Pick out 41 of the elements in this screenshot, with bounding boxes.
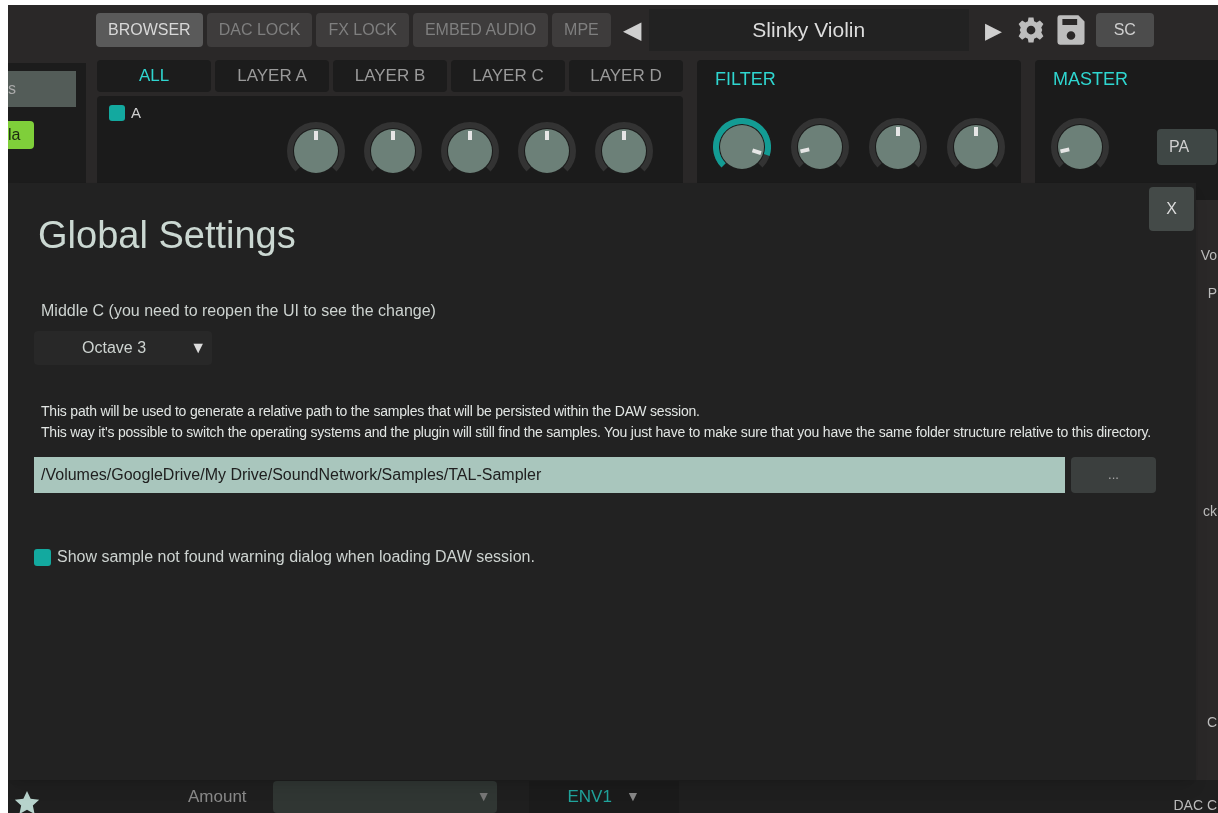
- layer-tab[interactable]: LAYER A: [215, 60, 329, 92]
- layer-name: A: [131, 103, 141, 123]
- edge-text: DAC C: [1173, 796, 1217, 813]
- layer-tab[interactable]: ALL: [97, 60, 211, 92]
- layer-checkbox[interactable]: [109, 105, 125, 122]
- edge-text: P: [1207, 284, 1217, 303]
- caret-icon: ▼: [190, 336, 206, 360]
- layer-tab[interactable]: LAYER C: [451, 60, 565, 92]
- dialog-title: Global Settings: [38, 213, 296, 258]
- checkbox-label: Show sample not found warning dialog when loading DAW session.: [57, 547, 535, 567]
- previous-preset-button[interactable]: ◀: [622, 12, 641, 48]
- path-field[interactable]: /Volumes/GoogleDrive/My Drive/SoundNetwork/Samples/TAL-Sampler: [34, 457, 1065, 493]
- edge-text: Vo: [1200, 246, 1217, 265]
- toolbar-button[interactable]: BROWSER: [96, 13, 203, 47]
- caret-icon: ▼: [625, 786, 640, 807]
- dropdown-value: Octave 3: [82, 338, 147, 358]
- amount-label: Amount: [188, 785, 247, 808]
- browse-button[interactable]: ...: [1071, 457, 1156, 493]
- edge-text: ck: [1203, 502, 1217, 521]
- info-text: This way it's possible to switch the operating systems and the plugin will still find the samples. You just have to make sure that you have the same folder structure relative to this directory.: [41, 423, 1153, 442]
- envelope-label: ENV1: [567, 785, 612, 808]
- category-tag[interactable]: la: [8, 121, 34, 149]
- layer-tab[interactable]: LAYER B: [333, 60, 447, 92]
- envelope-dropdown[interactable]: ENV1 ▼: [528, 780, 679, 813]
- octave-dropdown[interactable]: Octave 3 ▼: [34, 331, 212, 365]
- star-icon[interactable]: [14, 790, 40, 813]
- setting-label: Middle C (you need to reopen the UI to see the change): [41, 301, 437, 321]
- checkbox[interactable]: [34, 548, 51, 566]
- header-text: s: [8, 79, 16, 99]
- pan-button[interactable]: PA: [1157, 129, 1217, 165]
- sc-button[interactable]: SC: [1095, 13, 1154, 47]
- caret-icon: ▼: [476, 786, 491, 807]
- section-title: FILTER: [714, 68, 777, 91]
- next-preset-button[interactable]: ▶: [984, 13, 1002, 47]
- layer-tab[interactable]: LAYER D: [569, 60, 683, 92]
- section-title: MASTER: [1052, 68, 1129, 91]
- preset-name: Slinky Violin: [752, 17, 866, 44]
- close-button[interactable]: X: [1149, 187, 1194, 231]
- info-text: This path will be used to generate a relative path to the samples that will be persisted within the DAW session.: [41, 402, 701, 421]
- save-icon[interactable]: [1055, 14, 1086, 46]
- edge-text: C: [1206, 713, 1217, 732]
